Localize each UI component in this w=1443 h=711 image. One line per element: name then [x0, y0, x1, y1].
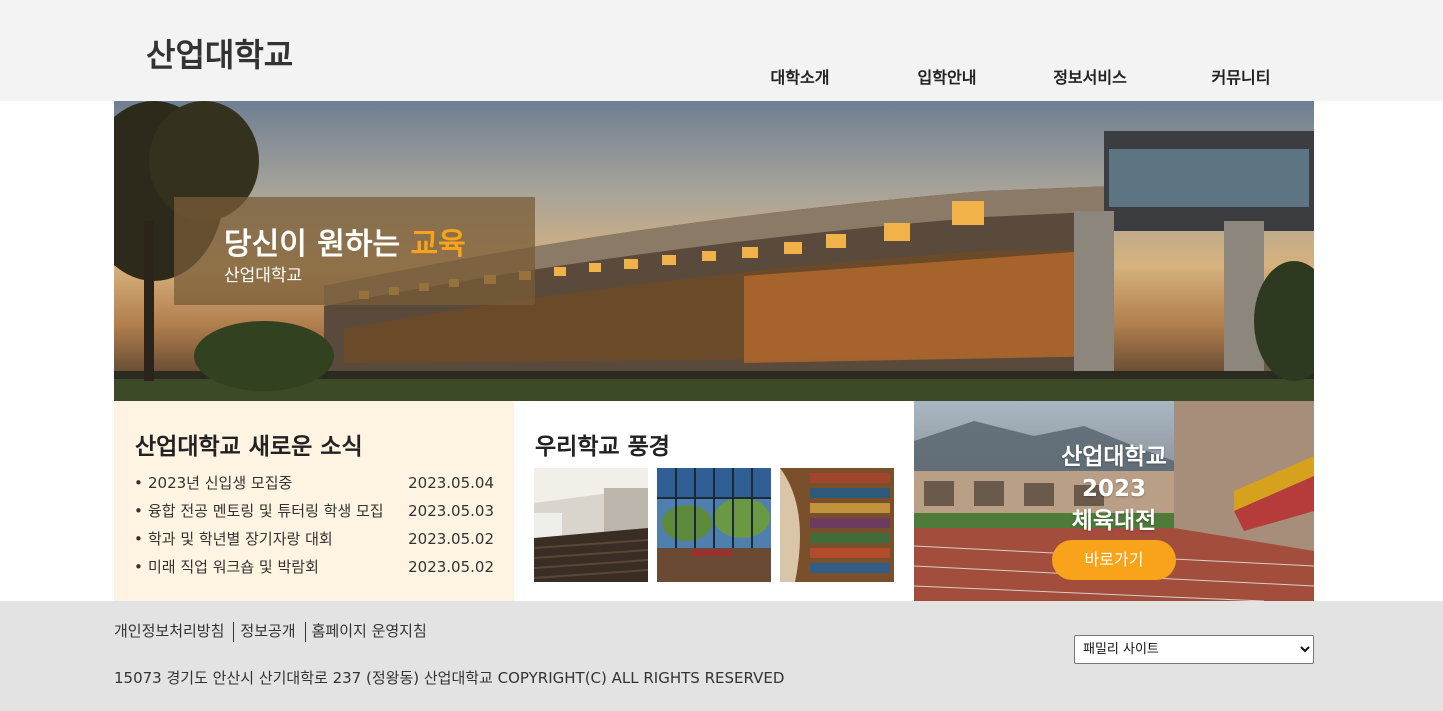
hero-title: 당신이 원하는 교육 [224, 219, 466, 263]
nav-item-community[interactable]: 커뮤니티 [1171, 64, 1311, 88]
news-item[interactable]: • 미래 직업 워크숍 및 박람회 2023.05.02 [134, 553, 494, 581]
go-button[interactable]: 바로가기 [1052, 540, 1176, 580]
gallery-thumb-bookshelf[interactable] [780, 468, 894, 582]
lecture-hall-image [534, 468, 648, 582]
footer-divider [233, 621, 235, 642]
news-item-date: 2023.05.03 [408, 502, 494, 520]
gallery-thumb-library-atrium[interactable] [657, 468, 771, 582]
news-list: • 2023년 신입생 모집중 2023.05.04 • 융합 전공 멘토링 및… [134, 469, 494, 581]
hero-banner: 당신이 원하는 교육 산업대학교 [114, 101, 1314, 401]
gallery-panel: 우리학교 풍경 [514, 401, 914, 601]
news-item[interactable]: • 2023년 신입생 모집중 2023.05.04 [134, 469, 494, 497]
news-item-title[interactable]: 2023년 신입생 모집중 [148, 469, 393, 497]
bullet-icon: • [134, 502, 143, 520]
event-title-line1: 산업대학교 [1061, 444, 1167, 470]
news-item-date: 2023.05.02 [408, 558, 494, 576]
footer-links: 개인정보처리방침 정보공개 홈페이지 운영지침 [114, 620, 427, 642]
hero-subtitle: 산업대학교 [224, 266, 303, 286]
news-item-date: 2023.05.04 [408, 474, 494, 492]
news-panel: 산업대학교 새로운 소식 • 2023년 신입생 모집중 2023.05.04 … [114, 401, 514, 601]
sports-event-panel: 산업대학교 2023 체육대전 바로가기 [914, 401, 1314, 601]
nav-item-admission[interactable]: 입학안내 [877, 64, 1017, 88]
news-item-title[interactable]: 융합 전공 멘토링 및 튜터링 학생 모집 [148, 497, 393, 525]
gallery-thumb-lecture-hall[interactable] [534, 468, 648, 582]
news-heading: 산업대학교 새로운 소식 [135, 434, 363, 460]
site-footer: 개인정보처리방침 정보공개 홈페이지 운영지침 15073 경기도 안산시 산기대학… [0, 601, 1443, 711]
site-header: 산업대학교 대학소개 입학안내 정보서비스 커뮤니티 [0, 0, 1443, 101]
footer-link-privacy[interactable]: 개인정보처리방침 [114, 622, 224, 640]
bookshelf-image [780, 468, 894, 582]
event-title-line2: 2023 [1081, 476, 1146, 502]
library-atrium-image [657, 468, 771, 582]
hero-caption-box: 당신이 원하는 교육 산업대학교 [174, 197, 535, 305]
footer-copyright: 15073 경기도 안산시 산기대학로 237 (정왕동) 산업대학교 COPY… [114, 669, 785, 687]
bullet-icon: • [134, 558, 143, 576]
bullet-icon: • [134, 474, 143, 492]
event-title-line3: 체육대전 [1071, 508, 1157, 534]
main-nav: 대학소개 입학안내 정보서비스 커뮤니티 [730, 64, 1314, 88]
news-item-date: 2023.05.02 [408, 530, 494, 548]
nav-item-about[interactable]: 대학소개 [730, 64, 870, 88]
news-item-title[interactable]: 학과 및 학년별 장기자랑 대회 [148, 525, 393, 553]
news-item[interactable]: • 학과 및 학년별 장기자랑 대회 2023.05.02 [134, 525, 494, 553]
news-item[interactable]: • 융합 전공 멘토링 및 튜터링 학생 모집 2023.05.03 [134, 497, 494, 525]
footer-link-site-policy[interactable]: 홈페이지 운영지침 [312, 622, 427, 640]
nav-item-info-service[interactable]: 정보서비스 [1020, 64, 1160, 88]
gallery-heading: 우리학교 풍경 [535, 434, 670, 460]
site-logo[interactable]: 산업대학교 [146, 30, 293, 76]
hero-title-prefix: 당신이 원하는 [224, 227, 411, 262]
bullet-icon: • [134, 530, 143, 548]
footer-link-disclosure[interactable]: 정보공개 [240, 622, 295, 640]
event-title: 산업대학교 2023 체육대전 [914, 441, 1314, 537]
news-item-title[interactable]: 미래 직업 워크숍 및 박람회 [148, 553, 393, 581]
family-site-select[interactable]: 패밀리 사이트 [1074, 635, 1314, 664]
footer-divider [304, 621, 306, 642]
hero-title-accent: 교육 [410, 227, 466, 262]
